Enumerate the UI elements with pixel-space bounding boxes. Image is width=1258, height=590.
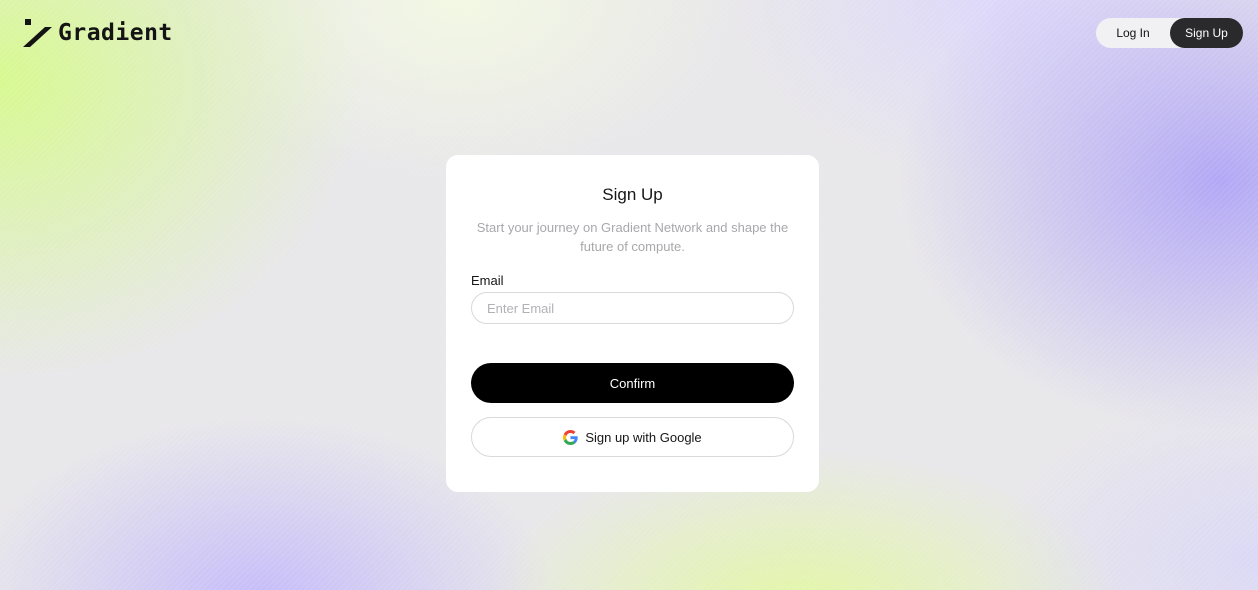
card-subtitle: Start your journey on Gradient Network a… (476, 220, 789, 254)
email-input[interactable] (471, 292, 794, 324)
signup-card: Sign Up Start your journey on Gradient N… (446, 155, 819, 492)
google-icon (563, 429, 578, 445)
auth-toggle: Log In Sign Up (1096, 18, 1243, 48)
email-label: Email (471, 273, 504, 288)
google-signup-button[interactable]: Sign up with Google (471, 417, 794, 457)
signup-button[interactable]: Sign Up (1170, 18, 1243, 48)
gradient-logo-icon (23, 19, 52, 47)
login-button[interactable]: Log In (1096, 18, 1170, 48)
brand-name: Gradient (58, 20, 173, 46)
brand-logo[interactable]: Gradient (23, 19, 173, 47)
google-signup-label: Sign up with Google (585, 429, 702, 445)
card-title: Sign Up (602, 185, 663, 204)
confirm-button[interactable]: Confirm (471, 363, 794, 403)
